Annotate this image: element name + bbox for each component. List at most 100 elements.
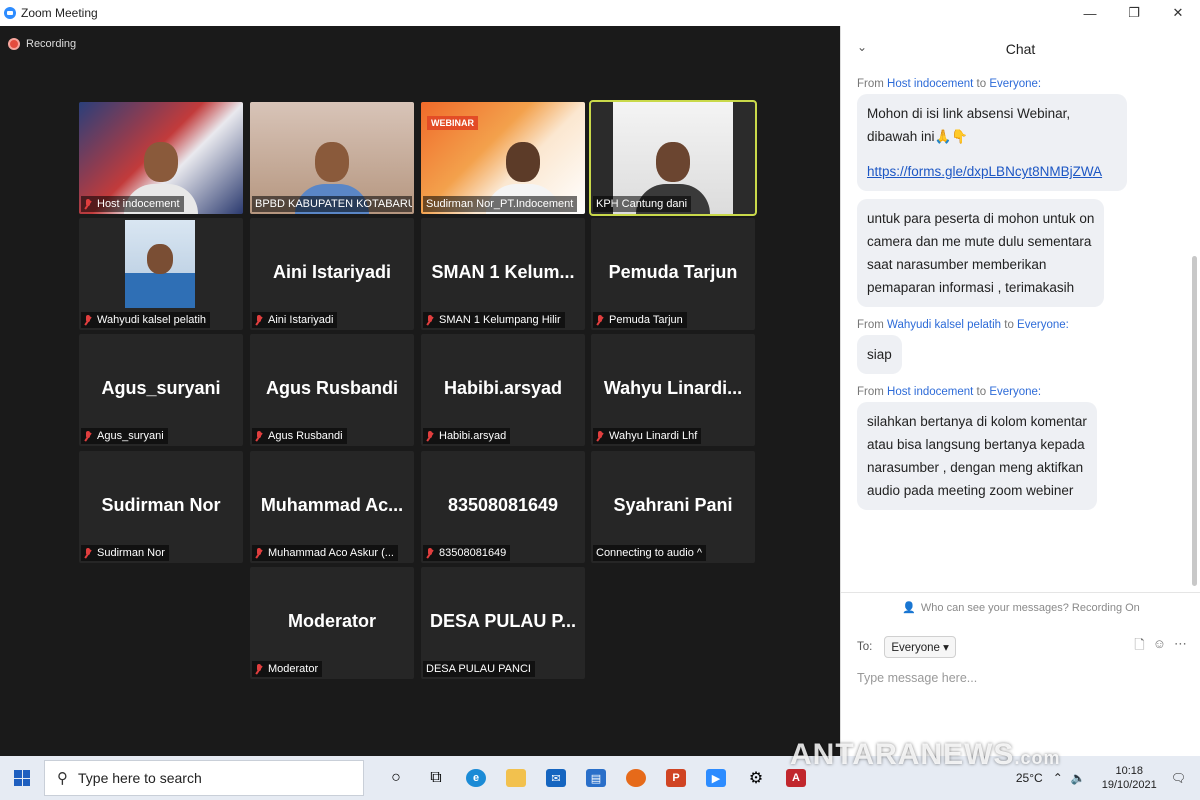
mic-muted-icon bbox=[255, 430, 263, 442]
message-sender-line: From Host indocement to Everyone: bbox=[857, 386, 1042, 398]
weather-widget[interactable]: 25°C bbox=[1016, 771, 1043, 785]
windows-logo-icon bbox=[14, 770, 30, 786]
participant-tile[interactable]: Muhammad Ac... Muhammad Aco Askur (... bbox=[250, 451, 414, 563]
participant-tile[interactable]: Habibi.arsyad Habibi.arsyad bbox=[421, 334, 585, 446]
chat-scrollbar[interactable] bbox=[1192, 256, 1197, 586]
participant-name-label: SMAN 1 Kelumpang Hilir bbox=[423, 312, 565, 328]
mic-muted-icon bbox=[255, 663, 263, 675]
participant-tile[interactable]: Agus Rusbandi Agus Rusbandi bbox=[250, 334, 414, 446]
participant-display-name: Wahyu Linardi... bbox=[603, 378, 743, 398]
participant-tile[interactable]: Pemuda Tarjun Pemuda Tarjun bbox=[591, 218, 755, 330]
task-view-icon[interactable]: ⧉ bbox=[416, 756, 456, 800]
participant-tile[interactable]: Sudirman Nor Sudirman Nor bbox=[79, 451, 243, 563]
sender-name[interactable]: Host indocement bbox=[887, 386, 973, 398]
antaranews-watermark: ANTARANEWS.com bbox=[790, 738, 1061, 771]
chat-title: Chat bbox=[1005, 41, 1036, 57]
participant-tile-photo[interactable]: Wahyudi kalsel pelatih bbox=[79, 218, 243, 330]
participant-name-label: Muhammad Aco Askur (... bbox=[252, 545, 398, 561]
message-sender-line: From Wahyudi kalsel pelatih to Everyone: bbox=[857, 319, 1069, 331]
participant-tile[interactable]: Aini Istariyadi Aini Istariyadi bbox=[250, 218, 414, 330]
message-visibility-note[interactable]: 👤 Who can see your messages? Recording O… bbox=[841, 592, 1200, 622]
chevron-down-icon[interactable]: ⌄ bbox=[857, 40, 867, 54]
participant-tile[interactable]: DESA PULAU P... DESA PULAU PANCI bbox=[421, 567, 585, 679]
start-button[interactable] bbox=[0, 756, 44, 800]
recording-label: Recording bbox=[26, 38, 77, 50]
sender-name[interactable]: Host indocement bbox=[887, 78, 973, 90]
message-input[interactable]: Type message here... bbox=[857, 671, 977, 685]
chat-message: silahkan bertanya di kolom komentar atau… bbox=[857, 402, 1097, 510]
forms-link[interactable]: https://forms.gle/dxpLBNcyt8NMBjZWA bbox=[867, 160, 1117, 183]
participant-name-label: 83508081649 bbox=[423, 545, 511, 561]
participant-name-label: Host indocement bbox=[81, 196, 184, 212]
participant-name-label: Wahyudi kalsel pelatih bbox=[81, 312, 211, 328]
cortana-icon[interactable]: ○ bbox=[376, 756, 416, 800]
meeting-gallery: Recording Host indocement BPBD KABUPATEN… bbox=[0, 26, 840, 756]
chat-message: Mohon di isi link absensi Webinar, dibaw… bbox=[857, 94, 1127, 191]
participant-tile[interactable]: SMAN 1 Kelum... SMAN 1 Kelumpang Hilir bbox=[421, 218, 585, 330]
participant-tile[interactable]: Moderator Moderator bbox=[250, 567, 414, 679]
participant-name-label: Connecting to audio ^ bbox=[593, 545, 707, 561]
minimize-button[interactable]: — bbox=[1068, 0, 1112, 26]
powerpoint-icon[interactable]: P bbox=[656, 756, 696, 800]
mic-muted-icon bbox=[84, 314, 92, 326]
recipient-select[interactable]: Everyone ▾ bbox=[884, 636, 956, 658]
participant-name-label: KPH Cantung dani bbox=[593, 196, 692, 212]
store-icon[interactable]: ▤ bbox=[576, 756, 616, 800]
recording-indicator[interactable]: Recording bbox=[8, 38, 76, 50]
participant-tile-video[interactable]: BPBD KABUPATEN KOTABARU bbox=[250, 102, 414, 214]
participant-display-name: Sudirman Nor bbox=[101, 495, 221, 515]
recording-icon bbox=[8, 38, 20, 50]
participant-tile[interactable]: 83508081649 83508081649 bbox=[421, 451, 585, 563]
participant-display-name: Aini Istariyadi bbox=[272, 262, 392, 282]
search-icon: ⚲ bbox=[57, 770, 68, 787]
chevron-up-icon[interactable]: ⌃ bbox=[1053, 771, 1063, 785]
clock[interactable]: 10:18 19/10/2021 bbox=[1102, 764, 1157, 792]
message-sender-line: From Host indocement to Everyone: bbox=[857, 78, 1042, 90]
mail-icon[interactable]: ✉ bbox=[536, 756, 576, 800]
participant-tile[interactable]: Agus_suryani Agus_suryani bbox=[79, 334, 243, 446]
mic-muted-icon bbox=[426, 430, 434, 442]
settings-gear-icon[interactable]: ⚙ bbox=[736, 756, 776, 800]
mic-muted-icon bbox=[426, 547, 434, 559]
file-icon[interactable]: 🗋 bbox=[1134, 636, 1144, 658]
file-explorer-icon[interactable] bbox=[496, 756, 536, 800]
participant-display-name: Habibi.arsyad bbox=[443, 378, 563, 398]
chat-panel: ⌄ Chat From Host indocement to Everyone:… bbox=[840, 26, 1200, 756]
zoom-icon[interactable]: ▶ bbox=[696, 756, 736, 800]
participant-name-label: Agus_suryani bbox=[81, 428, 168, 444]
emoji-icon[interactable]: ☺ bbox=[1153, 636, 1166, 658]
edge-icon[interactable]: e bbox=[456, 756, 496, 800]
chat-messages[interactable]: From Host indocement to Everyone: Mohon … bbox=[841, 72, 1191, 592]
maximize-button[interactable]: ❐ bbox=[1112, 0, 1156, 26]
participant-display-name: Moderator bbox=[287, 611, 376, 631]
participant-display-name: Agus Rusbandi bbox=[265, 378, 398, 398]
window-titlebar: Zoom Meeting — ❐ ✕ bbox=[0, 0, 1200, 26]
participant-display-name: Muhammad Ac... bbox=[260, 495, 404, 515]
participant-tile[interactable]: Syahrani Pani Connecting to audio ^ bbox=[591, 451, 755, 563]
participant-name-label: Wahyu Linardi Lhf bbox=[593, 428, 702, 444]
notification-icon[interactable]: 🗨 bbox=[1171, 771, 1186, 785]
participant-name-label: Aini Istariyadi bbox=[252, 312, 338, 328]
participant-tile-active-speaker[interactable]: KPH Cantung dani bbox=[589, 100, 757, 216]
mic-muted-icon bbox=[84, 198, 92, 210]
more-options-icon[interactable]: ⋯ bbox=[1174, 636, 1187, 658]
volume-icon[interactable]: 🔈 bbox=[1071, 771, 1086, 785]
participant-name-label: Habibi.arsyad bbox=[423, 428, 511, 444]
zoom-app-icon bbox=[4, 7, 16, 19]
participant-tile-video[interactable]: Host indocement bbox=[79, 102, 243, 214]
chat-header: ⌄ Chat bbox=[841, 26, 1200, 72]
participant-tile[interactable]: Wahyu Linardi... Wahyu Linardi Lhf bbox=[591, 334, 755, 446]
chat-message: untuk para peserta di mohon untuk on cam… bbox=[857, 199, 1105, 307]
taskbar-search-box[interactable]: ⚲ Type here to search bbox=[44, 760, 364, 796]
mic-muted-icon bbox=[426, 314, 434, 326]
participant-display-name: SMAN 1 Kelum... bbox=[431, 262, 575, 282]
participant-name-label: BPBD KABUPATEN KOTABARU bbox=[252, 196, 412, 212]
mic-muted-icon bbox=[84, 547, 92, 559]
close-button[interactable]: ✕ bbox=[1156, 0, 1200, 26]
participant-tile-video[interactable]: WEBINAR Sudirman Nor_PT.Indocement bbox=[421, 102, 585, 214]
webinar-banner-text: WEBINAR bbox=[427, 116, 478, 130]
sender-name[interactable]: Wahyudi kalsel pelatih bbox=[887, 319, 1001, 331]
mic-muted-icon bbox=[596, 314, 604, 326]
firefox-icon[interactable] bbox=[616, 756, 656, 800]
participant-display-name: Pemuda Tarjun bbox=[608, 262, 738, 282]
